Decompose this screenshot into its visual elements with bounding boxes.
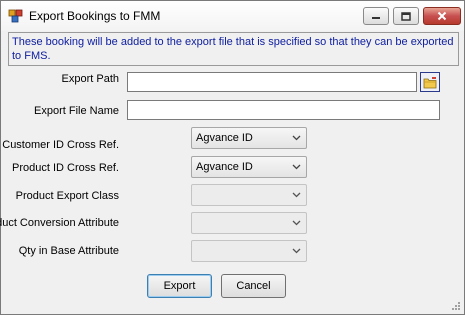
maximize-button[interactable] xyxy=(393,7,419,25)
close-button[interactable] xyxy=(423,7,461,25)
chevron-down-icon xyxy=(292,220,301,226)
qty-in-base-attribute-select[interactable] xyxy=(191,240,307,262)
minimize-button[interactable] xyxy=(363,7,389,25)
export-path-label: Export Path xyxy=(61,73,119,85)
chevron-down-icon xyxy=(292,164,301,170)
window-title: Export Bookings to FMM xyxy=(29,9,161,23)
product-id-cross-ref-label: Product ID Cross Ref. xyxy=(12,162,119,174)
export-path-input[interactable] xyxy=(127,72,417,92)
product-conversion-attribute-select[interactable] xyxy=(191,212,307,234)
export-bookings-dialog: Export Bookings to FMM These booking wil… xyxy=(0,0,465,315)
export-file-name-input[interactable] xyxy=(127,100,440,120)
product-id-cross-ref-value: Agvance ID xyxy=(196,161,253,173)
export-file-name-label: Export File Name xyxy=(34,105,119,117)
info-message: These booking will be added to the expor… xyxy=(8,32,459,66)
minimize-icon xyxy=(372,17,380,19)
qty-in-base-attribute-label: Qty in Base Attribute xyxy=(18,245,119,257)
product-export-class-label: Product Export Class xyxy=(15,190,119,202)
app-icon xyxy=(8,9,23,23)
chevron-down-icon xyxy=(292,135,301,141)
customer-id-cross-ref-value: Agvance ID xyxy=(196,132,253,144)
product-conversion-attribute-label: Product Conversion Attribute xyxy=(0,217,119,229)
customer-id-cross-ref-label: Customer ID Cross Ref. xyxy=(2,139,119,151)
close-icon xyxy=(437,11,447,21)
folder-browse-icon xyxy=(423,76,437,88)
title-bar[interactable]: Export Bookings to FMM xyxy=(1,1,464,31)
maximize-icon xyxy=(401,11,411,21)
product-export-class-select[interactable] xyxy=(191,184,307,206)
chevron-down-icon xyxy=(292,248,301,254)
customer-id-cross-ref-select[interactable]: Agvance ID xyxy=(191,127,307,149)
cancel-button[interactable]: Cancel xyxy=(221,274,286,298)
product-id-cross-ref-select[interactable]: Agvance ID xyxy=(191,156,307,178)
resize-grip-icon[interactable] xyxy=(451,301,461,311)
browse-button[interactable] xyxy=(420,72,440,92)
export-button[interactable]: Export xyxy=(147,274,212,298)
chevron-down-icon xyxy=(292,192,301,198)
